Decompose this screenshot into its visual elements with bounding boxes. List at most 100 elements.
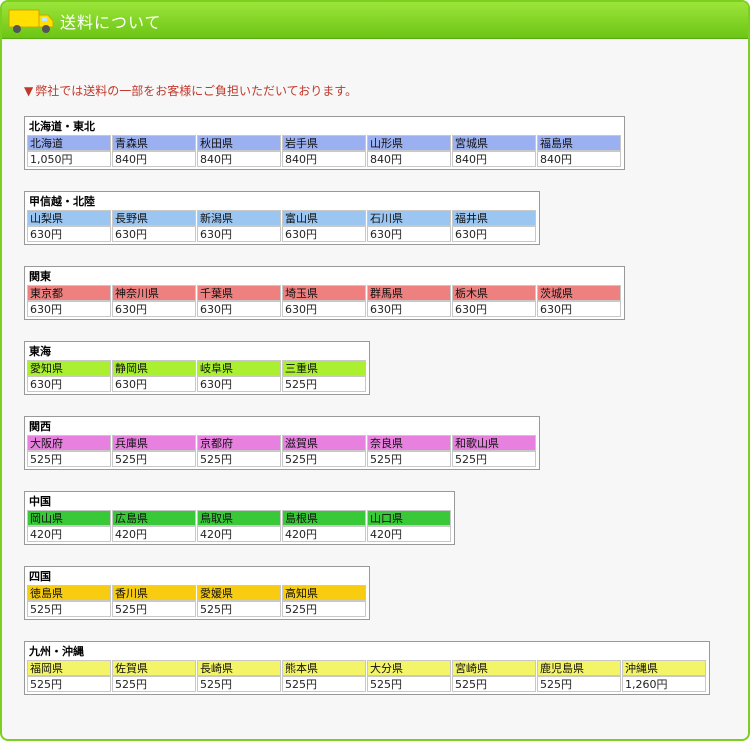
region-name: 甲信越・北陸 (29, 195, 95, 208)
prefecture-cell: 香川県 (112, 585, 196, 601)
price-cell: 630円 (367, 226, 451, 242)
prefecture-cell: 愛知県 (27, 360, 111, 376)
price-cell: 630円 (452, 226, 536, 242)
price-cell: 630円 (197, 301, 281, 317)
region-name: 中国 (29, 495, 51, 508)
price-cell: 1,050円 (27, 151, 111, 167)
price-cell: 630円 (112, 376, 196, 392)
price-cell: 525円 (112, 676, 196, 692)
price-cell: 630円 (112, 226, 196, 242)
price-row: 525円 525円 525円 525円 525円 525円 (27, 451, 537, 467)
prefecture-cell: 山梨県 (27, 210, 111, 226)
prefecture-row: 愛知県 静岡県 岐阜県 三重県 (27, 360, 367, 376)
triangle-down-icon: ▼ (24, 84, 34, 98)
price-cell: 630円 (27, 226, 111, 242)
region-name: 関西 (29, 420, 51, 433)
prefecture-cell: 徳島県 (27, 585, 111, 601)
prefecture-cell: 静岡県 (112, 360, 196, 376)
region-name: 東海 (29, 345, 51, 358)
price-cell: 525円 (27, 451, 111, 467)
region-table: 東海 愛知県 静岡県 岐阜県 三重県 630円 630円 630円 525円 (24, 341, 370, 395)
prefecture-row: 岡山県 広島県 鳥取県 島根県 山口県 (27, 510, 452, 526)
prefecture-row: 徳島県 香川県 愛媛県 高知県 (27, 585, 367, 601)
prefecture-cell: 東京都 (27, 285, 111, 301)
prefecture-cell: 鳥取県 (197, 510, 281, 526)
price-row: 420円 420円 420円 420円 420円 (27, 526, 452, 542)
price-cell: 630円 (537, 301, 621, 317)
prefecture-cell: 滋賀県 (282, 435, 366, 451)
region-table: 関西 大阪府 兵庫県 京都府 滋賀県 奈良県 和歌山県 525円 525円 525円 525円 525… (24, 416, 540, 470)
prefecture-cell: 福井県 (452, 210, 536, 226)
prefecture-cell: 栃木県 (452, 285, 536, 301)
price-cell: 525円 (112, 601, 196, 617)
panel-header: 送料について (2, 2, 748, 39)
region-name: 関東 (29, 270, 51, 283)
prefecture-cell: 沖縄県 (622, 660, 706, 676)
prefecture-row: 大阪府 兵庫県 京都府 滋賀県 奈良県 和歌山県 (27, 435, 537, 451)
prefecture-cell: 福島県 (537, 135, 621, 151)
price-cell: 525円 (537, 676, 621, 692)
region-table: 四国 徳島県 香川県 愛媛県 高知県 525円 525円 525円 525円 (24, 566, 370, 620)
shipping-notice: ▼ 弊社では送料の一部をお客様にご負担いただいております。 (24, 82, 357, 99)
region-table: 北海道・東北 北海道 青森県 秋田県 岩手県 山形県 宮城県 福島県 1,050円 840円 840… (24, 116, 625, 170)
prefecture-cell: 岩手県 (282, 135, 366, 151)
prefecture-cell: 三重県 (282, 360, 366, 376)
price-cell: 840円 (282, 151, 366, 167)
prefecture-cell: 神奈川県 (112, 285, 196, 301)
price-cell: 525円 (282, 376, 366, 392)
prefecture-cell: 岐阜県 (197, 360, 281, 376)
price-cell: 525円 (367, 451, 451, 467)
price-cell: 525円 (27, 676, 111, 692)
price-row: 525円 525円 525円 525円 (27, 601, 367, 617)
price-cell: 525円 (27, 601, 111, 617)
prefecture-cell: 岡山県 (27, 510, 111, 526)
price-cell: 630円 (367, 301, 451, 317)
region-name: 北海道・東北 (29, 120, 95, 133)
prefecture-cell: 青森県 (112, 135, 196, 151)
price-cell: 630円 (197, 376, 281, 392)
price-cell: 525円 (452, 676, 536, 692)
price-cell: 420円 (197, 526, 281, 542)
price-row: 630円 630円 630円 525円 (27, 376, 367, 392)
price-cell: 525円 (197, 601, 281, 617)
price-row: 630円 630円 630円 630円 630円 630円 630円 (27, 301, 622, 317)
page-title: 送料について (60, 13, 162, 32)
prefecture-cell: 熊本県 (282, 660, 366, 676)
prefecture-cell: 茨城県 (537, 285, 621, 301)
prefecture-cell: 新潟県 (197, 210, 281, 226)
prefecture-cell: 長崎県 (197, 660, 281, 676)
price-cell: 525円 (197, 451, 281, 467)
price-cell: 525円 (367, 676, 451, 692)
prefecture-cell: 大分県 (367, 660, 451, 676)
price-cell: 840円 (367, 151, 451, 167)
prefecture-row: 東京都 神奈川県 千葉県 埼玉県 群馬県 栃木県 茨城県 (27, 285, 622, 301)
price-cell: 525円 (282, 601, 366, 617)
price-cell: 420円 (282, 526, 366, 542)
prefecture-cell: 高知県 (282, 585, 366, 601)
prefecture-cell: 宮城県 (452, 135, 536, 151)
price-cell: 420円 (27, 526, 111, 542)
prefecture-cell: 佐賀県 (112, 660, 196, 676)
region-name: 九州・沖縄 (29, 645, 84, 658)
price-cell: 630円 (27, 376, 111, 392)
notice-text: 弊社では送料の一部をお客様にご負担いただいております。 (35, 84, 358, 98)
prefecture-cell: 島根県 (282, 510, 366, 526)
prefecture-cell: 埼玉県 (282, 285, 366, 301)
truck-icon (8, 9, 54, 33)
price-cell: 630円 (452, 301, 536, 317)
region-table: 関東 東京都 神奈川県 千葉県 埼玉県 群馬県 栃木県 茨城県 630円 630円 630円 630円… (24, 266, 625, 320)
price-cell: 840円 (197, 151, 281, 167)
price-cell: 840円 (452, 151, 536, 167)
price-cell: 525円 (282, 676, 366, 692)
prefecture-row: 北海道 青森県 秋田県 岩手県 山形県 宮城県 福島県 (27, 135, 622, 151)
price-cell: 525円 (282, 451, 366, 467)
prefecture-cell: 奈良県 (367, 435, 451, 451)
prefecture-cell: 石川県 (367, 210, 451, 226)
prefecture-cell: 福岡県 (27, 660, 111, 676)
prefecture-cell: 群馬県 (367, 285, 451, 301)
prefecture-cell: 千葉県 (197, 285, 281, 301)
prefecture-cell: 山形県 (367, 135, 451, 151)
price-row: 1,050円 840円 840円 840円 840円 840円 840円 (27, 151, 622, 167)
region-table: 甲信越・北陸 山梨県 長野県 新潟県 富山県 石川県 福井県 630円 630円 630円 630円… (24, 191, 540, 245)
price-cell: 1,260円 (622, 676, 706, 692)
